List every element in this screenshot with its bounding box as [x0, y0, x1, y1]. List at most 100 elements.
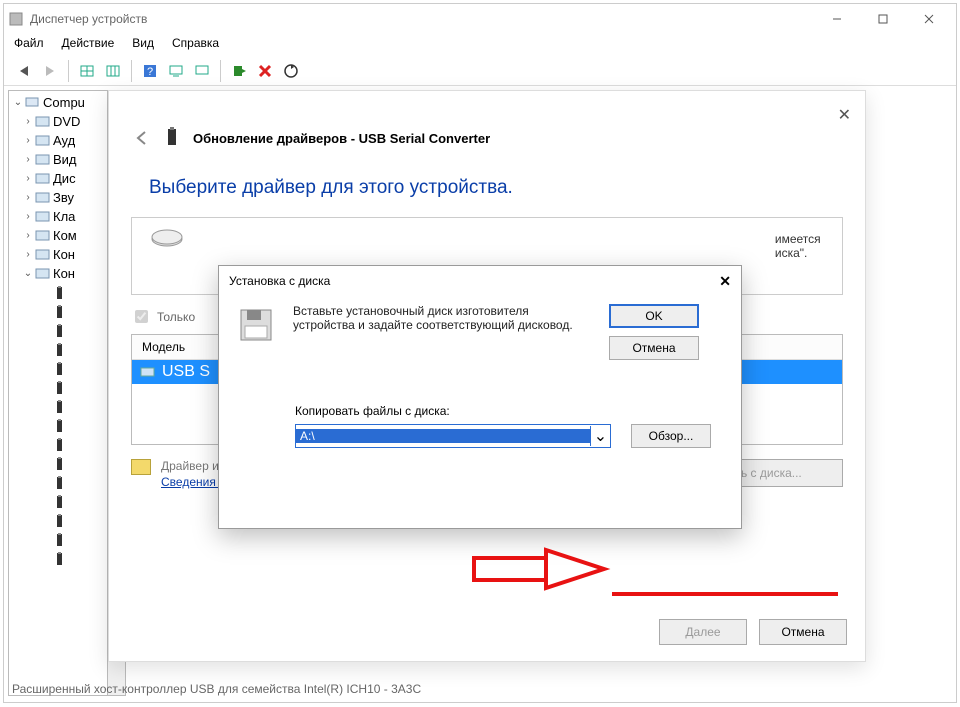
usb-icon [53, 343, 71, 357]
model-label: USB S [162, 363, 210, 381]
tree-leaf[interactable] [9, 530, 107, 549]
pc-icon [35, 229, 53, 243]
collapse-icon[interactable]: ⌄ [11, 97, 25, 108]
next-button[interactable]: Далее [659, 619, 747, 645]
tree-leaf[interactable] [9, 340, 107, 359]
expand-icon[interactable]: › [21, 116, 35, 127]
computer-icon [25, 96, 43, 110]
expand-icon[interactable]: › [21, 173, 35, 184]
tree-item-label: Кон [53, 247, 75, 262]
tree-leaf[interactable] [9, 511, 107, 530]
expand-icon[interactable]: › [21, 211, 35, 222]
disc-icon [35, 115, 53, 129]
forward-button[interactable] [38, 59, 62, 83]
drive-icon [150, 228, 184, 250]
tree-item-label: Вид [53, 152, 77, 167]
tree-item[interactable]: › Кон [9, 245, 107, 264]
keyboard-icon [35, 210, 53, 224]
usb-icon [53, 419, 71, 433]
tree-item[interactable]: › Вид [9, 150, 107, 169]
tree-leaf[interactable] [9, 321, 107, 340]
tree-item[interactable]: › DVD [9, 112, 107, 131]
collapse-icon[interactable]: ⌄ [21, 268, 35, 279]
help-icon[interactable]: ? [138, 59, 162, 83]
usb-icon [53, 533, 71, 547]
tree-leaf[interactable] [9, 378, 107, 397]
tree-item[interactable]: ›Ком [9, 226, 107, 245]
tree-leaf[interactable] [9, 473, 107, 492]
expand-icon[interactable]: › [21, 135, 35, 146]
device-small-icon [140, 365, 156, 379]
titlebar: Диспетчер устройств [4, 4, 956, 34]
menubar: Файл Действие Вид Справка [4, 34, 956, 56]
tree-leaf[interactable] [9, 283, 107, 302]
path-combobox[interactable]: A:\ ⌄ [295, 424, 611, 448]
expand-icon[interactable]: › [21, 230, 35, 241]
usb-icon [53, 457, 71, 471]
tree-footer-text: Расширенный хост-контроллер USB для семе… [12, 682, 421, 696]
tree-leaf[interactable] [9, 492, 107, 511]
tree-item[interactable]: ›Зву [9, 188, 107, 207]
tree-leaf[interactable] [9, 302, 107, 321]
tree-leaf[interactable] [9, 416, 107, 435]
install-icon[interactable] [227, 59, 251, 83]
tree-leaf[interactable] [9, 435, 107, 454]
back-button[interactable] [12, 59, 36, 83]
usb-icon [53, 362, 71, 376]
monitor2-icon[interactable] [190, 59, 214, 83]
usb-icon [53, 552, 71, 566]
tree-item-label: Дис [53, 171, 76, 186]
usb-icon [53, 514, 71, 528]
close-button[interactable] [906, 4, 952, 34]
app-icon [8, 11, 24, 27]
window-title: Диспетчер устройств [30, 12, 147, 26]
tree-item[interactable]: ⌄Кон [9, 264, 107, 283]
tree-leaf[interactable] [9, 549, 107, 568]
wizard-close-button[interactable]: ✕ [838, 105, 851, 125]
minimize-button[interactable] [814, 4, 860, 34]
usb-icon [53, 381, 71, 395]
refresh-icon[interactable] [279, 59, 303, 83]
expand-icon[interactable]: › [21, 192, 35, 203]
speaker-icon [35, 191, 53, 205]
grid-icon[interactable] [75, 59, 99, 83]
device-icon [165, 127, 179, 149]
tree-item[interactable]: › Ауд [9, 131, 107, 150]
menu-help[interactable]: Справка [172, 36, 219, 54]
tree-item[interactable]: ›Кла [9, 207, 107, 226]
menu-file[interactable]: Файл [14, 36, 44, 54]
menu-action[interactable]: Действие [62, 36, 115, 54]
tree-leaf[interactable] [9, 454, 107, 473]
modal-cancel-button[interactable]: Отмена [609, 336, 699, 360]
usb-icon [53, 286, 71, 300]
tree-root-label: Compu [43, 95, 85, 110]
certificate-icon [131, 459, 151, 475]
modal-close-button[interactable]: ✕ [719, 273, 731, 290]
browse-button[interactable]: Обзор... [631, 424, 711, 448]
cancel-button[interactable]: Отмена [759, 619, 847, 645]
menu-view[interactable]: Вид [132, 36, 154, 54]
compatible-only-checkbox[interactable] [135, 310, 148, 323]
tree-item[interactable]: › Дис [9, 169, 107, 188]
delete-icon[interactable] [253, 59, 277, 83]
monitor-icon[interactable] [164, 59, 188, 83]
toolbar: ? [4, 56, 956, 86]
tree-item-label: Ауд [53, 133, 75, 148]
usb-icon [53, 400, 71, 414]
tree-leaf[interactable] [9, 397, 107, 416]
expand-icon[interactable]: › [21, 154, 35, 165]
dropdown-icon[interactable]: ⌄ [590, 426, 610, 446]
speaker-icon [35, 134, 53, 148]
ok-button[interactable]: OK [609, 304, 699, 328]
maximize-button[interactable] [860, 4, 906, 34]
tree-item-label: DVD [53, 114, 80, 129]
grid2-icon[interactable] [101, 59, 125, 83]
usb-icon [53, 438, 71, 452]
back-arrow-icon[interactable] [133, 129, 151, 147]
expand-icon[interactable]: › [21, 249, 35, 260]
tree-leaf[interactable] [9, 359, 107, 378]
usb-icon [53, 324, 71, 338]
tree-root[interactable]: ⌄ Compu [9, 93, 107, 112]
display-icon [35, 153, 53, 167]
device-tree[interactable]: ⌄ Compu ›DVD›Ауд›Вид›Дис›Зву›Кла›Ком›Кон… [8, 90, 108, 696]
